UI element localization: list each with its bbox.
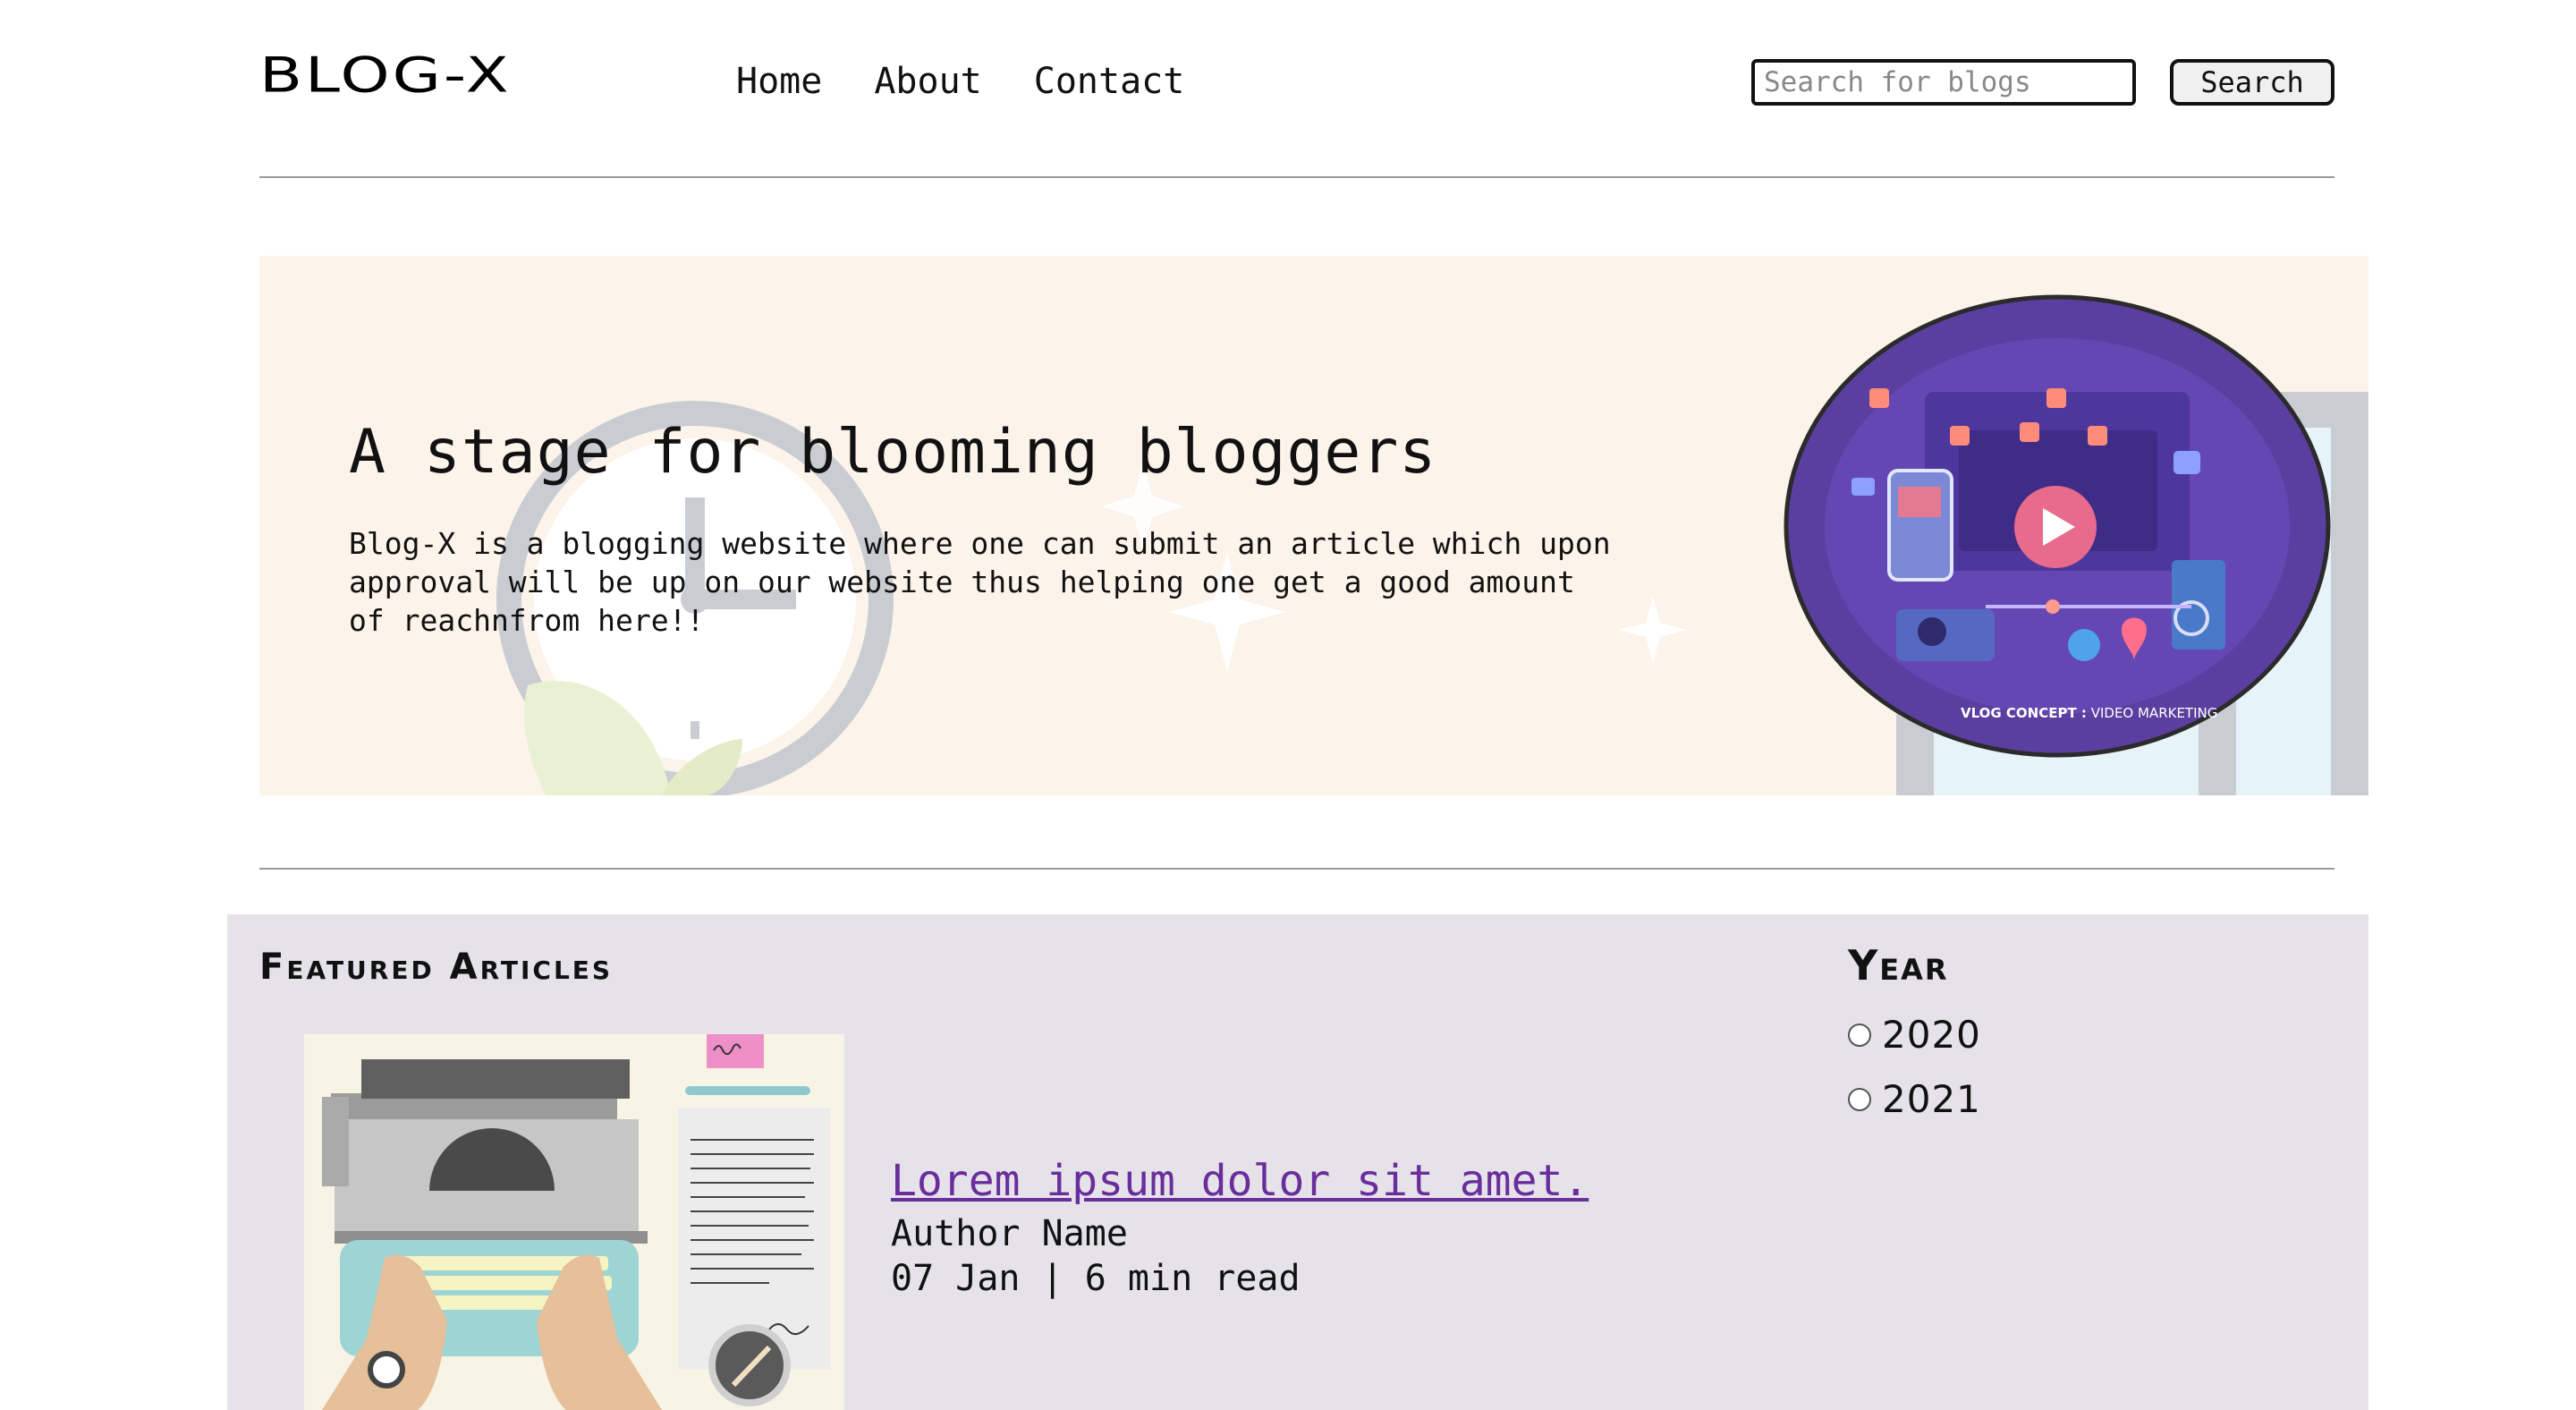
article-thumbnail[interactable]	[304, 1034, 844, 1410]
site-header: BLOG-X Home About Contact Search	[259, 0, 2334, 179]
featured-articles-title: Featured Articles	[259, 947, 614, 988]
nav-contact-link[interactable]: Contact	[1034, 61, 1185, 102]
nav-about-link[interactable]: About	[874, 61, 981, 102]
hero-title: A stage for blooming bloggers	[349, 417, 1437, 488]
year-option-label: 2020	[1882, 1013, 1981, 1057]
main-nav: Home About Contact	[736, 61, 1184, 102]
vlog-caption: VIDEO MARKETING	[2087, 705, 2217, 721]
radio-button[interactable]	[1848, 1023, 1871, 1047]
year-option-2020[interactable]: 2020	[1848, 1013, 1981, 1057]
header-divider	[259, 176, 2334, 178]
search-input[interactable]	[1751, 59, 2136, 106]
search-button[interactable]: Search	[2170, 59, 2334, 106]
site-logo[interactable]: BLOG-X	[259, 47, 512, 104]
sparkle-icon	[1619, 596, 1687, 664]
article-author: Author Name	[891, 1213, 1128, 1254]
year-option-label: 2021	[1882, 1077, 1981, 1121]
nav-home-link[interactable]: Home	[736, 61, 822, 102]
year-option-2021[interactable]: 2021	[1848, 1077, 1981, 1121]
year-filter-title: Year	[1848, 941, 1949, 990]
hero-banner: VLOG CONCEPT : VIDEO MARKETING A stage f…	[259, 256, 2368, 795]
article-title-link[interactable]: Lorem ipsum dolor sit amet.	[891, 1156, 1589, 1206]
article-meta: 07 Jan | 6 min read	[891, 1258, 1301, 1299]
hero-description: Blog-X is a blogging website where one c…	[349, 526, 1611, 638]
vlog-concept-illustration[interactable]: VLOG CONCEPT : VIDEO MARKETING	[1784, 294, 2331, 758]
vlog-caption-bold: VLOG CONCEPT :	[1961, 705, 2087, 721]
featured-section: Featured Articles Lorem ipsum dolor sit …	[227, 914, 2368, 1410]
typewriter-illustration	[304, 1034, 844, 1410]
radio-button[interactable]	[1848, 1087, 1871, 1111]
hero-divider	[259, 868, 2334, 870]
svg-text:VLOG CONCEPT : VIDEO MARKETING: VLOG CONCEPT : VIDEO MARKETING	[1961, 705, 2217, 721]
